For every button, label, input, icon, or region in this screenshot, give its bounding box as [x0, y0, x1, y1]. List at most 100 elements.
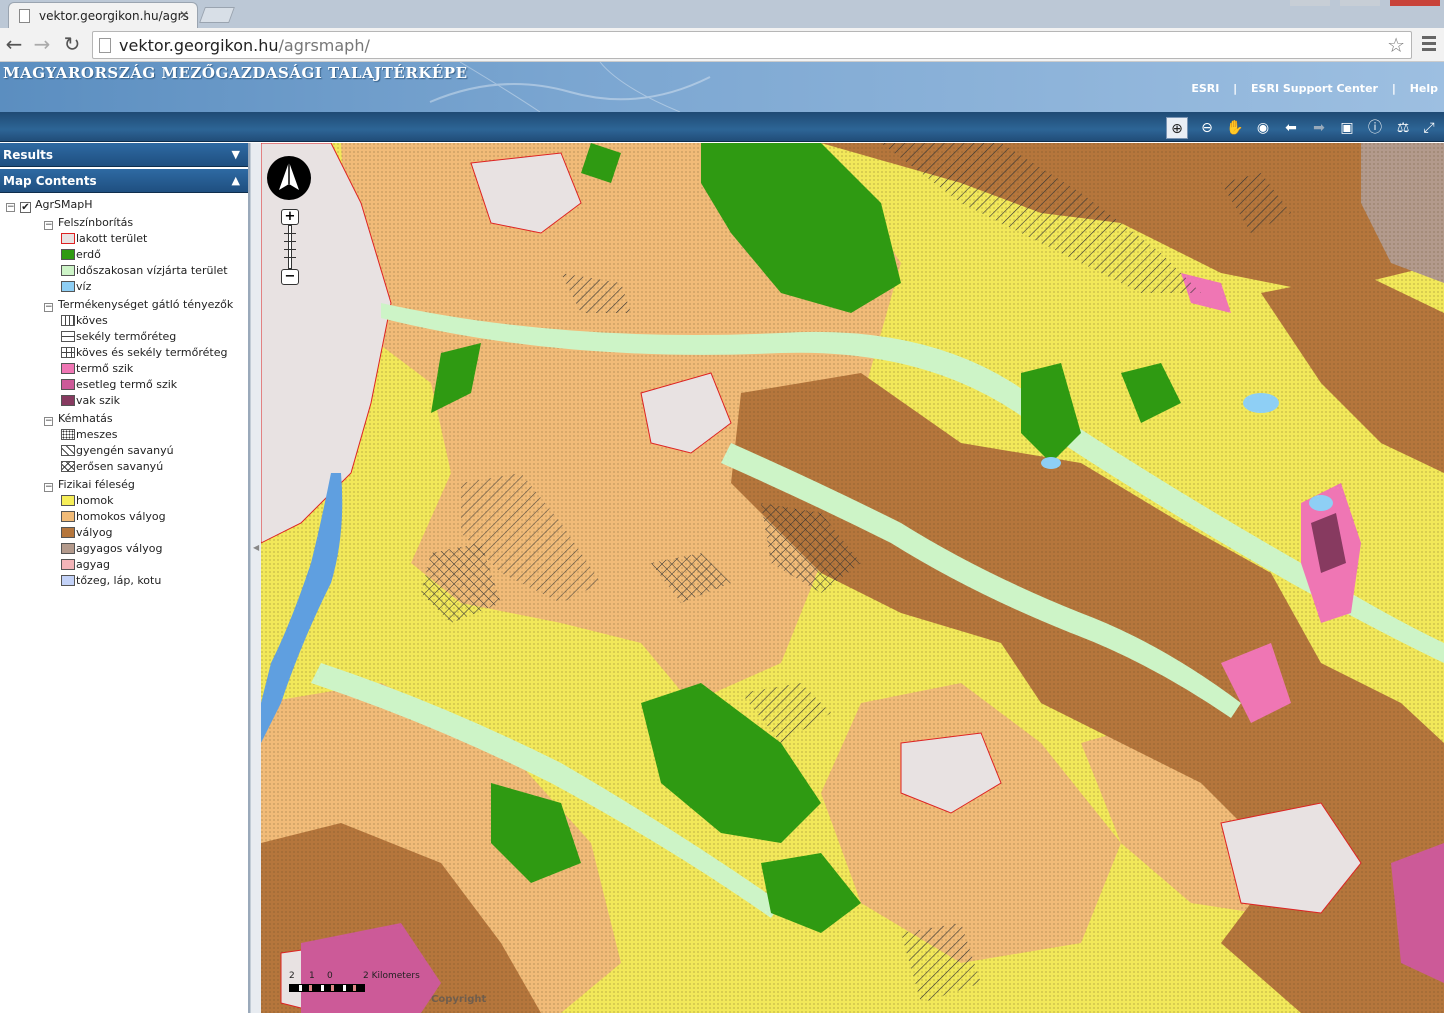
url-path: /agrsmaph/: [278, 36, 370, 55]
scale-label: 2 Kilometers: [363, 971, 420, 981]
legend-label: meszes: [76, 428, 118, 441]
overview-icon[interactable]: ⤢: [1418, 117, 1440, 139]
back-icon[interactable]: ←: [2, 33, 26, 57]
minimize-button[interactable]: [1290, 0, 1330, 6]
legend-swatch: [61, 495, 75, 506]
legend-item: köves: [6, 313, 248, 329]
new-tab-button[interactable]: [199, 7, 235, 23]
results-panel-header[interactable]: Results ▼: [0, 143, 248, 167]
legend-label: esetleg termő szik: [76, 378, 178, 391]
zoom-slider-tick: [284, 233, 296, 234]
legend-label: köves és sekély termőréteg: [76, 346, 228, 359]
group-label: Felszínborítás: [58, 216, 134, 229]
legend-swatch: [61, 249, 75, 260]
legend-swatch: [61, 511, 75, 522]
chevron-down-icon[interactable]: ▼: [232, 148, 240, 161]
header-links: ESRI | ESRI Support Center | Help: [1181, 82, 1438, 95]
legend-label: időszakosan vízjárta terület: [76, 264, 228, 277]
browser-navbar: ← → ↻ vektor.georgikon.hu/agrsmaph/ ☆: [0, 28, 1444, 62]
legend-item: lakott terület: [6, 231, 248, 247]
layer-group: − Felszínborítás: [6, 215, 248, 231]
legend-item: homokos vályog: [6, 509, 248, 525]
group-label: Kémhatás: [58, 412, 113, 425]
legend-swatch: [61, 315, 75, 326]
map-toolbar: ⊕ ⊖ ✋ ◉ ⬅ ➡ ▣ ⓘ ⚖ ⤢: [0, 112, 1444, 142]
maximize-button[interactable]: [1340, 0, 1380, 6]
legend-label: termő szik: [76, 362, 134, 375]
legend-swatch: [61, 461, 75, 472]
collapse-icon[interactable]: −: [44, 303, 53, 312]
forward-icon[interactable]: →: [30, 33, 54, 57]
scale-label: 0: [327, 971, 333, 981]
pan-icon[interactable]: ✋: [1224, 117, 1246, 139]
legend-item: vak szik: [6, 393, 248, 409]
close-tab-icon[interactable]: ✕: [179, 8, 189, 22]
legend-swatch: [61, 347, 75, 358]
legend-label: homok: [76, 494, 114, 507]
collapse-icon[interactable]: −: [6, 203, 15, 212]
zoom-in-button[interactable]: +: [281, 209, 299, 225]
reload-icon[interactable]: ↻: [60, 33, 84, 57]
zoom-in-icon[interactable]: ⊕: [1166, 117, 1188, 139]
legend-item: víz: [6, 279, 248, 295]
tab-title: vektor.georgikon.hu/agrs: [39, 9, 189, 23]
legend-label: sekély termőréteg: [76, 330, 177, 343]
layer-group: − Fizikai féleség: [6, 477, 248, 493]
legend-swatch: [61, 429, 75, 440]
identify-icon[interactable]: ⓘ: [1364, 117, 1386, 139]
back-icon[interactable]: ⬅: [1280, 117, 1302, 139]
page-icon: [19, 9, 30, 23]
address-bar[interactable]: vektor.georgikon.hu/agrsmaph/ ☆: [92, 31, 1412, 59]
collapse-icon[interactable]: −: [44, 483, 53, 492]
layer-root-label: AgrSMapH: [35, 198, 93, 211]
chevron-up-icon[interactable]: ▲: [232, 174, 240, 187]
legend-label: erősen savanyú: [76, 460, 164, 473]
full-extent-icon[interactable]: ◉: [1252, 117, 1274, 139]
scale-bar-graphic: [289, 984, 365, 992]
esri-support-link[interactable]: ESRI Support Center: [1251, 82, 1378, 95]
zoom-out-button[interactable]: −: [281, 269, 299, 285]
legend-item: termő szik: [6, 361, 248, 377]
close-window-button[interactable]: [1390, 0, 1440, 6]
map-canvas[interactable]: + − 2 1 0 2 Kilometers Copyright: [261, 143, 1444, 1013]
zoom-slider[interactable]: + −: [281, 209, 299, 285]
map-contents-title: Map Contents: [3, 174, 97, 188]
url-host: vektor.georgikon.hu: [119, 36, 279, 55]
legend-label: agyag: [76, 558, 110, 571]
legend-swatch: [61, 281, 75, 292]
zoom-slider-tick: [284, 249, 296, 250]
legend-swatch: [61, 363, 75, 374]
select-icon[interactable]: ▣: [1336, 117, 1358, 139]
zoom-slider-track[interactable]: [288, 225, 292, 269]
legend-swatch: [61, 379, 75, 390]
legend-item: agyag: [6, 557, 248, 573]
measure-icon[interactable]: ⚖: [1392, 117, 1414, 139]
zoom-slider-tick: [284, 241, 296, 242]
soil-map[interactable]: [261, 143, 1444, 1013]
collapse-icon[interactable]: −: [44, 221, 53, 230]
esri-link[interactable]: ESRI: [1191, 82, 1219, 95]
legend-item: meszes: [6, 427, 248, 443]
legend-item: köves és sekély termőréteg: [6, 345, 248, 361]
legend-swatch: [61, 559, 75, 570]
group-label: Fizikai féleség: [58, 478, 135, 491]
splitter-grip-icon: ◀: [253, 543, 260, 552]
scale-label: 1: [309, 971, 315, 981]
legend-swatch: [61, 395, 75, 406]
legend-label: gyengén savanyú: [76, 444, 174, 457]
legend-item: sekély termőréteg: [6, 329, 248, 345]
zoom-out-icon[interactable]: ⊖: [1196, 117, 1218, 139]
legend-item: homok: [6, 493, 248, 509]
browser-tab[interactable]: vektor.georgikon.hu/agrs ✕: [8, 2, 198, 28]
help-link[interactable]: Help: [1410, 82, 1438, 95]
legend-label: köves: [76, 314, 108, 327]
layer-checkbox[interactable]: ✔: [20, 202, 31, 213]
forward-icon[interactable]: ➡: [1308, 117, 1330, 139]
panel-splitter[interactable]: ◀: [250, 143, 261, 1013]
legend-label: tőzeg, láp, kotu: [76, 574, 162, 587]
legend-label: erdő: [76, 248, 101, 261]
bookmark-star-icon[interactable]: ☆: [1387, 33, 1405, 57]
collapse-icon[interactable]: −: [44, 417, 53, 426]
map-contents-panel-header[interactable]: Map Contents ▲: [0, 169, 248, 193]
browser-menu-icon[interactable]: [1422, 36, 1436, 52]
